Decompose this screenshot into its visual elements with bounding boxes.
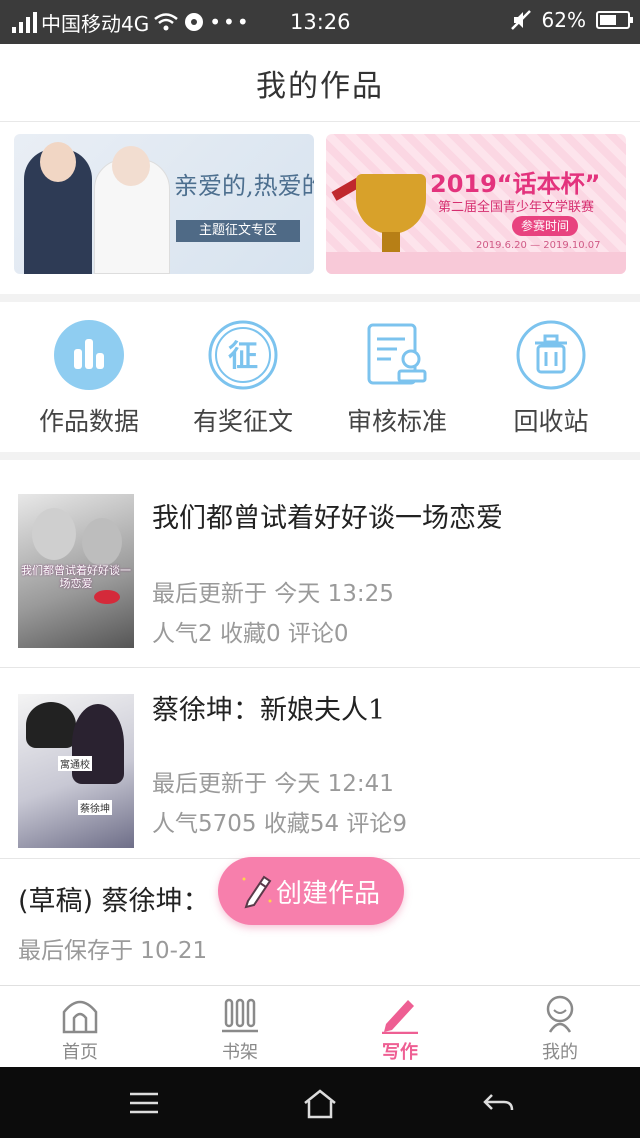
menu-icon[interactable] [128,1089,160,1117]
banner-pill: 参赛时间 [512,216,578,236]
tab-label: 书架 [222,1042,258,1063]
list-item[interactable]: 我们都曾试着好好谈一场恋爱 我们都曾试着好好谈一场恋爱 最后更新于 今天 13:… [0,460,640,668]
battery-icon [596,11,633,29]
cover-text: 寓通校 [58,756,92,771]
action-label: 审核标准 [346,407,447,436]
battery-percent: 62% [541,8,586,32]
create-work-label: 创建作品 [276,879,381,909]
banner-wave-decoration [326,252,626,274]
tab-label: 写作 [382,1042,418,1063]
create-work-button[interactable]: 创建作品 [218,857,404,925]
work-updated: 最后更新于 今天 12:41 [152,771,394,797]
clock: 13:26 [290,10,351,34]
trophy-stem [382,232,400,254]
work-cover: 我们都曾试着好好谈一场恋爱 [18,494,134,648]
banner-strip: 亲爱的,热爱的 主题征文专区 2019“话本杯” 第二届全国青少年文学联赛 参赛… [0,122,640,294]
action-prize-contest[interactable]: 征 有奖征文 [168,318,318,438]
action-label: 作品数据 [38,407,139,436]
banner-theme-contest[interactable]: 亲爱的,热爱的 主题征文专区 [14,134,314,274]
tab-bookshelf[interactable]: 书架 [160,986,320,1067]
action-label: 有奖征文 [192,407,293,436]
cover-text: 蔡徐坤 [78,800,112,815]
cover-text: 我们都曾试着好好谈一场恋爱 [21,564,131,590]
page-header: 我的作品 [0,44,640,122]
work-stats: 人气5705 收藏54 评论9 [152,811,408,837]
bookshelf-icon [222,998,258,1033]
home-nav-icon[interactable] [303,1089,337,1119]
banner-dates: 2019.6.20 — 2019.10.07 [476,240,601,251]
trophy-icon [356,174,426,234]
trash-icon [514,318,588,392]
back-icon[interactable] [482,1089,514,1117]
contest-icon: 征 [206,318,280,392]
banner-huaben-cup[interactable]: 2019“话本杯” 第二届全国青少年文学联赛 参赛时间 2019.6.20 — … [326,134,626,274]
tab-write[interactable]: 写作 [320,986,480,1067]
tab-label: 我的 [542,1042,578,1063]
cover-figure [82,518,122,566]
work-title: 我们都曾试着好好谈一场恋爱 [152,503,503,534]
work-title: 蔡徐坤：新娘夫人1 [152,695,386,726]
list-item[interactable]: 寓通校 蔡徐坤 蔡徐坤：新娘夫人1 最后更新于 今天 12:41 人气5705 … [0,668,640,859]
action-work-data[interactable]: 作品数据 [14,318,164,438]
system-nav-bar [0,1067,640,1138]
tab-home[interactable]: 首页 [0,986,160,1067]
work-title: (草稿) 蔡徐坤： [18,886,210,917]
svg-text:征: 征 [228,339,258,374]
work-cover: 寓通校 蔡徐坤 [18,694,134,848]
cover-figure [26,702,76,748]
quick-actions: 作品数据 征 有奖征文 审核标准 回收站 [0,302,640,452]
banner-head-illustration [40,142,76,182]
page-title: 我的作品 [256,68,384,104]
mute-icon [510,10,531,30]
banner-subtitle: 第二届全国青少年文学联赛 [438,200,595,215]
banner-head-illustration [112,146,150,186]
action-label: 回收站 [513,407,589,436]
banner-title: 亲爱的,热爱的 [174,172,314,200]
cover-figure [32,508,76,560]
signal-icon [12,11,37,33]
wifi-icon [154,13,179,31]
pencil-icon [242,875,272,909]
work-saved: 最后保存于 10-21 [18,938,208,964]
cover-decoration [94,590,120,604]
work-updated: 最后更新于 今天 13:25 [152,581,394,607]
banner-tag: 主题征文专区 [176,220,300,242]
cover-figure [72,704,124,784]
more-icon: ••• [209,10,251,34]
review-icon [360,318,434,392]
banner-title: 2019“话本杯” [430,170,601,198]
action-review-standard[interactable]: 审核标准 [322,318,472,438]
chart-icon [52,318,126,392]
carrier-label: 中国移动4G [41,11,150,36]
status-bar: 中国移动4G ••• 13:26 62% [0,0,640,44]
pen-icon [382,1000,418,1034]
home-icon [62,1000,98,1034]
profile-icon [546,995,574,1033]
action-recycle-bin[interactable]: 回收站 [476,318,626,438]
tab-profile[interactable]: 我的 [480,986,640,1067]
tab-label: 首页 [62,1042,98,1063]
bottom-tab-bar: 首页 书架 写作 我的 [0,985,640,1067]
disc-icon [185,13,204,31]
work-stats: 人气2 收藏0 评论0 [152,621,349,647]
